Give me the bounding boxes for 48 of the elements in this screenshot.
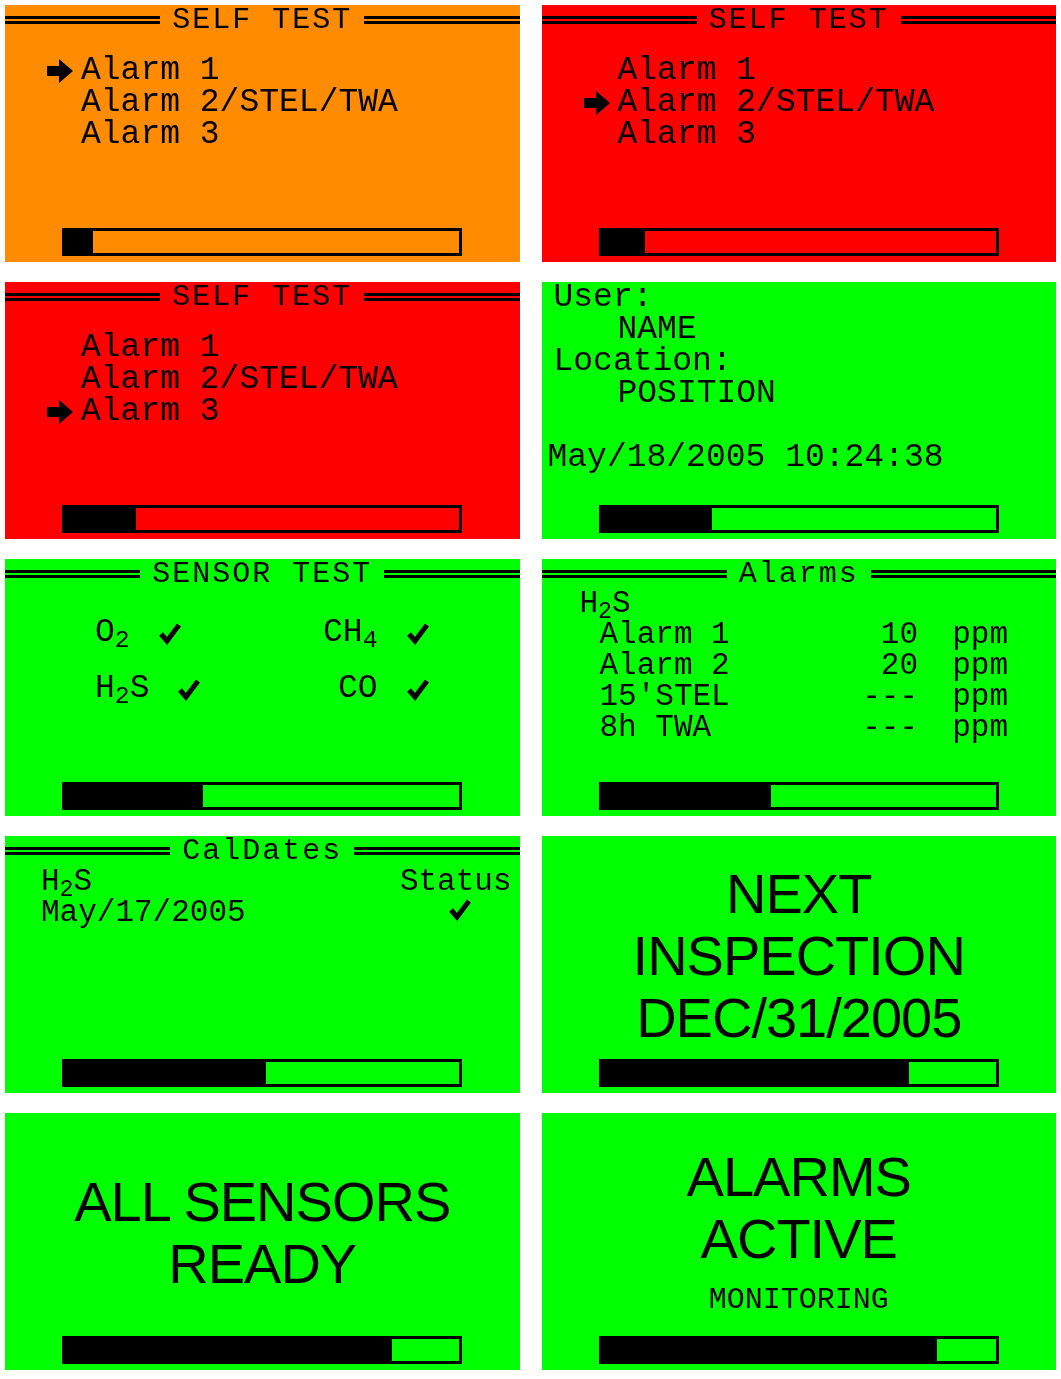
menu-item[interactable]: Alarm 3 bbox=[81, 396, 220, 428]
field-label: User: bbox=[553, 282, 654, 314]
alarm-label: 15'STEL bbox=[599, 681, 731, 712]
alarm-value: --- bbox=[861, 681, 918, 712]
field-value: NAME bbox=[617, 314, 697, 346]
alarm-value: --- bbox=[861, 712, 918, 743]
calibration-date: May/17/2005 bbox=[41, 897, 246, 928]
screen-title: Alarms bbox=[738, 559, 859, 589]
timestamp: May/18/2005 10:24:38 bbox=[546, 441, 945, 474]
alarm-unit: ppm bbox=[951, 619, 1008, 650]
status-text: MONITORING bbox=[708, 1281, 889, 1319]
menu-item[interactable]: Alarm 2/STEL/TWA bbox=[81, 87, 398, 119]
menu-item[interactable]: Alarm 2/STEL/TWA bbox=[617, 87, 935, 119]
big-text: INSPECTION bbox=[632, 924, 965, 987]
menu-item[interactable]: Alarm 2/STEL/TWA bbox=[81, 364, 398, 396]
gas-name: H$_{2}$S bbox=[578, 589, 631, 619]
alarm-unit: ppm bbox=[951, 712, 1008, 743]
gas-name: H$_{2}$S bbox=[41, 866, 93, 897]
big-text: ALL SENSORS bbox=[74, 1170, 451, 1233]
field-value: POSITION bbox=[616, 378, 777, 410]
field-label: Location: bbox=[553, 346, 733, 378]
screen-title: CalDates bbox=[182, 836, 343, 866]
alarm-label: Alarm 1 bbox=[599, 619, 731, 650]
big-text: DEC/31/2005 bbox=[636, 986, 962, 1049]
status-label: Status bbox=[399, 866, 512, 897]
alarm-value: 20 bbox=[879, 650, 918, 681]
alarm-unit: ppm bbox=[951, 681, 1008, 712]
menu-item[interactable]: Alarm 3 bbox=[617, 119, 757, 151]
sensor-name: H$_{2}$S bbox=[95, 673, 150, 705]
big-text: ALARMS bbox=[686, 1145, 911, 1208]
alarm-unit: ppm bbox=[951, 650, 1008, 681]
big-text: ACTIVE bbox=[700, 1207, 897, 1270]
alarm-label: 8h TWA bbox=[599, 712, 713, 743]
screen-title: SENSOR TEST bbox=[152, 559, 373, 589]
menu-item[interactable]: Alarm 3 bbox=[81, 119, 220, 151]
screen-title: SELF TEST bbox=[172, 5, 353, 35]
menu-item[interactable]: Alarm 1 bbox=[617, 55, 757, 87]
menu-item[interactable]: Alarm 1 bbox=[81, 332, 220, 364]
screen-title: SELF TEST bbox=[172, 282, 353, 312]
sensor-name: CO bbox=[337, 673, 378, 705]
big-text: NEXT bbox=[726, 862, 872, 925]
big-text: READY bbox=[168, 1232, 357, 1295]
sensor-name: CH$_{4}$ bbox=[323, 617, 378, 649]
alarm-label: Alarm 2 bbox=[599, 650, 731, 681]
screen-title: SELF TEST bbox=[708, 5, 889, 35]
alarm-value: 10 bbox=[879, 619, 918, 650]
sensor-name: O$_{2}$ bbox=[95, 617, 130, 649]
menu-item[interactable]: Alarm 1 bbox=[81, 55, 220, 87]
